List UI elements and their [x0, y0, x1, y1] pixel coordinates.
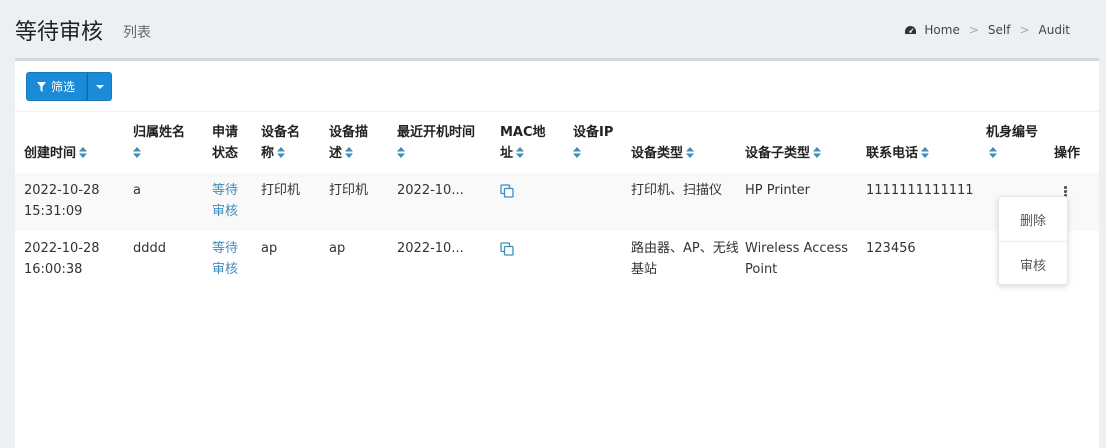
cell-device-desc: ap: [329, 241, 346, 256]
page-header: 等待审核 列表 Home > Self > Audit: [0, 0, 1106, 58]
toolbar: 筛选: [26, 72, 113, 101]
menu-item-audit[interactable]: 审核: [999, 242, 1067, 286]
cell-ip: [573, 173, 631, 231]
cell-device-type: 路由器、AP、无线基站: [631, 241, 739, 277]
breadcrumb: Home > Self > Audit: [904, 23, 1070, 37]
table-row: 2022-10-28 15:31:09 a 等待 审核 打印机 打印机 2022-1…: [15, 173, 1099, 231]
cell-status[interactable]: 等待 审核: [212, 231, 261, 289]
cell-phone: 123456: [866, 241, 916, 256]
col-mac-address[interactable]: MAC地址: [500, 112, 573, 173]
filter-icon: [37, 81, 46, 92]
menu-item-delete[interactable]: 删除: [999, 197, 1067, 241]
col-device-type[interactable]: 设备类型: [631, 112, 745, 173]
cell-device-subtype: HP Printer: [745, 173, 866, 231]
breadcrumb-self[interactable]: Self: [988, 23, 1011, 37]
cell-device-type: 打印机、扫描仪: [631, 173, 745, 231]
col-actions: 操作: [1054, 146, 1081, 161]
filter-button-label: 筛选: [51, 80, 76, 94]
col-device-name[interactable]: 设备名称: [261, 112, 329, 173]
action-dropdown-menu: 删除 审核: [998, 196, 1068, 285]
sort-icon: [79, 147, 88, 158]
sort-icon: [397, 147, 405, 158]
dashboard-icon: [905, 25, 917, 34]
table-row: 2022-10-28 16:00:38 dddd 等待 审核 ap ap 2022-…: [15, 231, 1099, 289]
cell-owner: a: [133, 173, 212, 231]
cell-device-subtype: Wireless Access Point: [745, 241, 849, 277]
filter-button[interactable]: 筛选: [26, 72, 88, 101]
col-owner-name[interactable]: 归属姓名: [133, 112, 212, 173]
cell-last-boot: 2022-10...: [397, 173, 500, 231]
copy-icon[interactable]: [500, 242, 514, 256]
cell-created-time: 2022-10-28 16:00:38: [24, 241, 100, 277]
cell-device-desc: 打印机: [329, 173, 397, 231]
cell-mac: [500, 173, 573, 231]
sort-icon: [133, 147, 141, 158]
col-device-ip[interactable]: 设备IP: [573, 112, 631, 173]
breadcrumb-separator: >: [1019, 23, 1030, 37]
cell-device-name: ap: [261, 241, 278, 256]
table-header-row: 创建时间 归属姓名 申请状态 设备名称 设备描述 最近开机时间 MAC地址 设备…: [15, 112, 1099, 173]
audit-table: 创建时间 归属姓名 申请状态 设备名称 设备描述 最近开机时间 MAC地址 设备…: [15, 112, 1099, 289]
col-last-boot[interactable]: 最近开机时间: [397, 112, 500, 173]
col-created-time[interactable]: 创建时间: [15, 112, 133, 173]
col-serial[interactable]: 机身编号: [986, 112, 1054, 173]
sort-icon: [989, 147, 997, 158]
col-device-desc[interactable]: 设备描述: [329, 112, 397, 173]
copy-icon[interactable]: [500, 184, 514, 198]
sort-icon: [573, 147, 581, 158]
sort-icon: [345, 147, 354, 158]
sort-icon: [277, 147, 286, 158]
cell-last-boot: 2022-10...: [397, 241, 464, 256]
cell-phone: 1111111111111: [866, 173, 986, 231]
content-box: 筛选 创建时间 归属姓名 申请状态 设备名称 设备描述 最近开机时间 MAC地址…: [15, 58, 1099, 448]
cell-created-time: 2022-10-28 15:31:09: [15, 173, 133, 231]
breadcrumb-audit: Audit: [1038, 23, 1070, 37]
sort-icon: [921, 147, 930, 158]
sort-icon: [516, 147, 525, 158]
filter-dropdown-toggle[interactable]: [87, 72, 113, 101]
caret-down-icon: [95, 84, 104, 89]
cell-ip: [573, 231, 631, 289]
col-device-subtype[interactable]: 设备子类型: [745, 112, 866, 173]
page-subtitle: 列表: [123, 25, 151, 41]
col-status: 申请状态: [212, 125, 239, 161]
cell-device-name: 打印机: [261, 173, 329, 231]
page-title: 等待审核: [15, 20, 104, 45]
sort-icon: [813, 147, 822, 158]
cell-owner: dddd: [133, 241, 167, 256]
col-phone[interactable]: 联系电话: [866, 112, 986, 173]
breadcrumb-separator: >: [968, 23, 979, 37]
cell-mac: [500, 231, 573, 289]
breadcrumb-home[interactable]: Home: [924, 23, 959, 37]
cell-status[interactable]: 等待 审核: [212, 173, 261, 231]
sort-icon: [686, 147, 695, 158]
